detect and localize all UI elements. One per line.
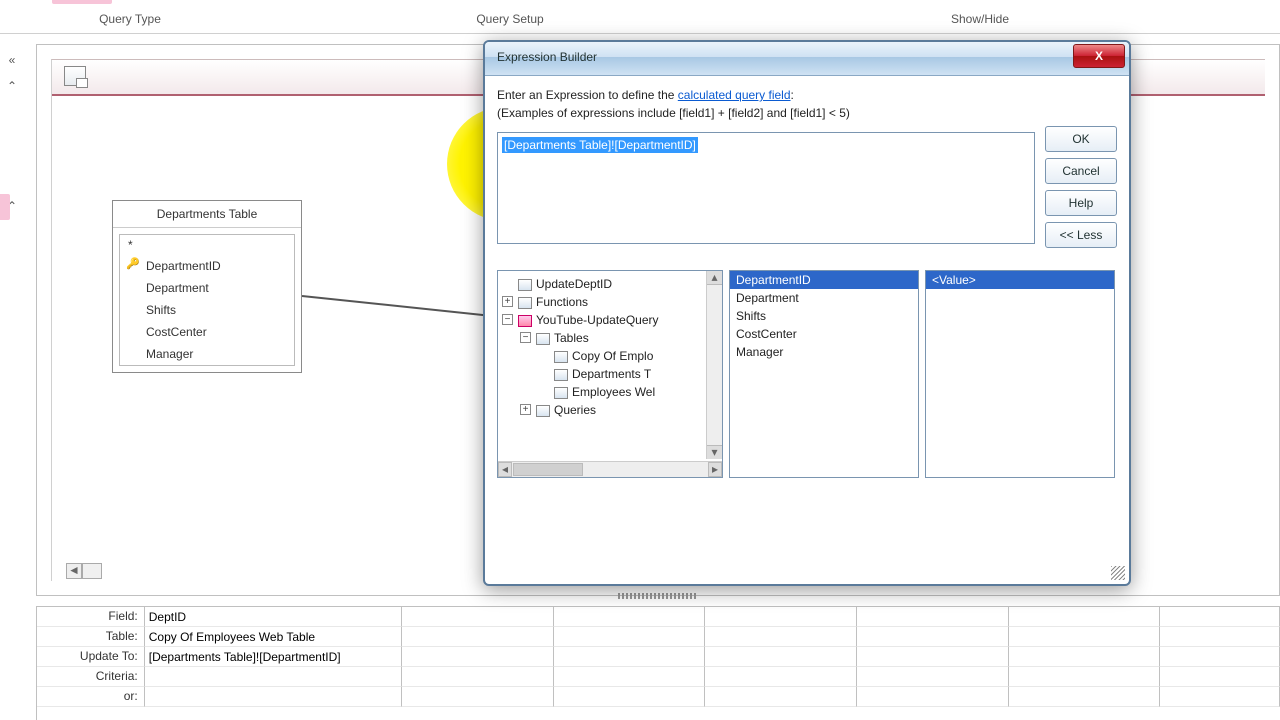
relationship-line xyxy=(302,295,497,317)
ribbon-group-query-setup: Query Setup xyxy=(260,0,760,33)
tree-tables[interactable]: −Tables xyxy=(500,329,720,347)
expression-selected-text: [Departments Table]![DepartmentID] xyxy=(502,137,698,153)
grid-label-field: Field: xyxy=(37,607,145,627)
tree-employees-wel[interactable]: Employees Wel xyxy=(500,383,720,401)
calculated-query-field-link[interactable]: calculated query field xyxy=(678,88,791,102)
nav-pane-pin-icon[interactable]: ⌃ xyxy=(2,76,22,96)
grid-field-2[interactable] xyxy=(402,607,554,627)
table-title: Departments Table xyxy=(113,201,301,228)
dialog-title: Expression Builder xyxy=(497,50,597,64)
tree-database[interactable]: −YouTube-UpdateQuery xyxy=(500,311,720,329)
selection-marker xyxy=(0,194,10,220)
grid-label-table: Table: xyxy=(37,627,145,647)
grid-field-5[interactable] xyxy=(857,607,1009,627)
category-costcenter[interactable]: CostCenter xyxy=(730,325,918,343)
grid-field-7[interactable] xyxy=(1160,607,1280,627)
expression-categories-panel: Expression Categories DepartmentID Depar… xyxy=(729,270,919,478)
grid-updateto-1[interactable]: [Departments Table]![DepartmentID] xyxy=(145,647,402,667)
field-department[interactable]: Department xyxy=(120,277,294,299)
category-department[interactable]: Department xyxy=(730,289,918,307)
expression-values-panel: Expression Values <Value> xyxy=(925,270,1115,478)
field-manager[interactable]: Manager xyxy=(120,343,294,365)
category-manager[interactable]: Manager xyxy=(730,343,918,361)
tree-queries[interactable]: +Queries xyxy=(500,401,720,419)
grid-label-updateto: Update To: xyxy=(37,647,145,667)
field-star[interactable]: * xyxy=(120,235,294,255)
scroll-left-icon[interactable]: ◄ xyxy=(66,563,82,579)
dialog-titlebar[interactable]: Expression Builder X xyxy=(485,42,1129,76)
category-shifts[interactable]: Shifts xyxy=(730,307,918,325)
datasheet-icon xyxy=(64,66,86,86)
field-costcenter[interactable]: CostCenter xyxy=(120,321,294,343)
table-departments[interactable]: Departments Table * DepartmentID Departm… xyxy=(112,200,302,373)
query-design-grid[interactable]: Field: DeptID Table: Copy Of Employees W… xyxy=(36,606,1280,720)
field-departmentid[interactable]: DepartmentID xyxy=(120,255,294,277)
tree-departments-t[interactable]: Departments T xyxy=(500,365,720,383)
elements-hscroll[interactable]: ◂▸ xyxy=(498,461,722,477)
scroll-thumb[interactable] xyxy=(82,563,102,579)
cancel-button[interactable]: Cancel xyxy=(1045,158,1117,184)
category-departmentid[interactable]: DepartmentID xyxy=(730,271,918,289)
ribbon-group-labels: Query Type Query Setup Show/Hide xyxy=(0,0,1280,34)
expression-elements-panel: Expression Elements UpdateDeptID +Functi… xyxy=(497,270,723,478)
elements-tree[interactable]: UpdateDeptID +Functions −YouTube-UpdateQ… xyxy=(498,271,722,439)
tree-copy-of-emplo[interactable]: Copy Of Emplo xyxy=(500,347,720,365)
expression-builder-dialog: Expression Builder X Enter an Expression… xyxy=(483,40,1131,586)
resize-grip-icon[interactable] xyxy=(1111,566,1125,580)
expression-input[interactable]: [Departments Table]![DepartmentID] xyxy=(497,132,1035,244)
canvas-hscroll[interactable]: ◄ xyxy=(66,563,266,579)
splitter-grip[interactable] xyxy=(618,593,698,599)
help-button[interactable]: Help xyxy=(1045,190,1117,216)
grid-field-4[interactable] xyxy=(705,607,857,627)
grid-field-6[interactable] xyxy=(1009,607,1161,627)
ribbon-group-show-hide: Show/Hide xyxy=(760,0,1200,33)
less-button[interactable]: << Less xyxy=(1045,222,1117,248)
ok-button[interactable]: OK xyxy=(1045,126,1117,152)
grid-label-or: or: xyxy=(37,687,145,707)
elements-vscroll[interactable]: ▴▾ xyxy=(706,271,722,459)
close-button[interactable]: X xyxy=(1073,44,1125,68)
dialog-prompt: Enter an Expression to define the calcul… xyxy=(497,86,1117,104)
tree-updatedeptid[interactable]: UpdateDeptID xyxy=(500,275,720,293)
grid-label-criteria: Criteria: xyxy=(37,667,145,687)
nav-pane-collapse-icon[interactable]: « xyxy=(2,50,22,70)
grid-field-1[interactable]: DeptID xyxy=(145,607,402,627)
ribbon-group-query-type: Query Type xyxy=(0,0,260,33)
dialog-examples: (Examples of expressions include [field1… xyxy=(497,104,1117,122)
tree-functions[interactable]: +Functions xyxy=(500,293,720,311)
value-item[interactable]: <Value> xyxy=(926,271,1114,289)
grid-table-1[interactable]: Copy Of Employees Web Table xyxy=(145,627,402,647)
grid-field-3[interactable] xyxy=(554,607,706,627)
field-shifts[interactable]: Shifts xyxy=(120,299,294,321)
